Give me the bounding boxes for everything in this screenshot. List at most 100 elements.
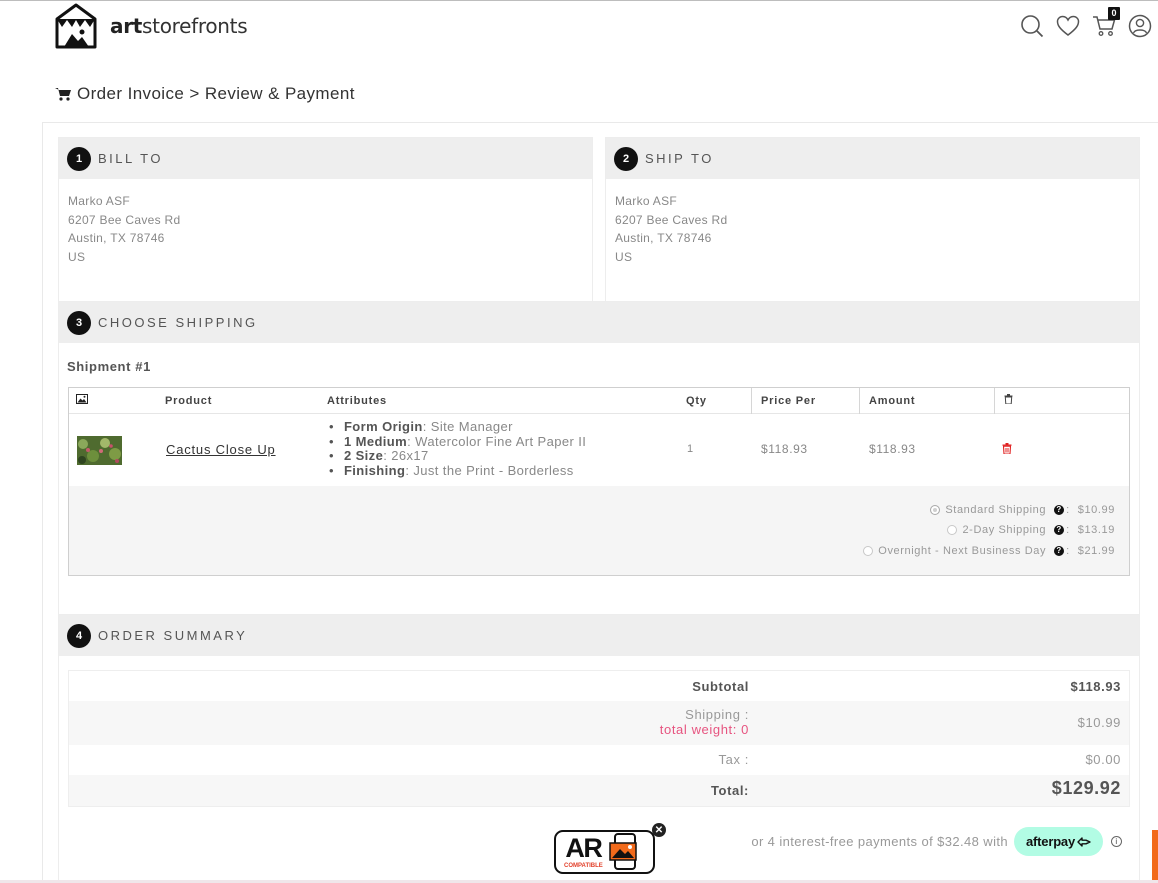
header-actions: 0 [1020,7,1152,39]
table-row: Cactus Close Up Form Origin: Site Manage… [69,414,1129,486]
column-divider [751,388,752,414]
total-row: Total: $129.92 [69,775,1129,806]
qty-value: 1 [687,443,694,455]
shipping-panel: 3 CHOOSE SHIPPING Shipment #1 Product At… [58,301,1140,615]
afterpay-message: or 4 interest-free payments of $32.48 wi… [751,827,1122,856]
address-line: Marko ASF [68,194,131,208]
attribute-item: 1 Medium: Watercolor Fine Art Paper II [329,434,586,450]
attributes-list: Form Origin: Site Manager 1 Medium: Wate… [329,419,586,479]
site-header: artstorefronts 0 [0,1,1158,59]
brand-logo[interactable]: artstorefronts [52,3,248,49]
bill-to-panel: 1 BILL TO Marko ASF 6207 Bee Caves Rd Au… [58,137,593,302]
delete-item-icon[interactable] [1002,443,1012,457]
option-label: 2-Day Shipping [962,524,1047,536]
afterpay-text: or 4 interest-free payments of $32.48 wi… [751,834,1009,849]
total-label: Total: [710,783,749,798]
column-header-product: Product [165,395,213,407]
column-header-attributes: Attributes [327,395,387,407]
trash-header-icon [1004,388,1013,414]
ar-badge-text: AR COMPATIBLE [564,833,603,870]
order-summary-header: 4 ORDER SUMMARY [59,615,1139,656]
step-number: 2 [614,146,638,171]
subtotal-value: $118.93 [1070,679,1121,694]
search-icon[interactable] [1020,13,1044,39]
shipping-option-standard[interactable]: Standard Shipping ? : $10.99 [930,503,1115,517]
column-header-price: Price Per [761,395,816,407]
help-icon[interactable]: ? [1054,505,1065,515]
address-line: 6207 Bee Caves Rd [68,212,181,227]
bill-to-address: Marko ASF 6207 Bee Caves Rd Austin, TX 7… [59,179,592,266]
address-line: US [68,249,86,264]
column-divider [859,388,860,414]
heart-icon[interactable] [1056,13,1080,39]
option-price: $21.99 [1077,545,1115,557]
afterpay-logo[interactable]: afterpay [1014,827,1103,856]
option-label: Overnight - Next Business Day [878,545,1047,557]
table-header-row: Product Attributes Qty Price Per Amount [69,388,1129,414]
option-price: $10.99 [1077,504,1115,516]
image-column-icon [76,388,88,414]
total-weight-label: total weight: 0 [659,722,749,737]
panel-title: ORDER SUMMARY [98,628,248,643]
shipping-value: $10.99 [1077,715,1121,730]
product-thumbnail[interactable] [77,436,122,465]
subtotal-row: Subtotal $118.93 [69,671,1129,701]
amount-value: $118.93 [869,442,916,456]
subtotal-label: Subtotal [692,679,749,694]
storefront-logo-icon [55,3,97,49]
address-line: US [615,249,633,264]
column-divider [994,388,995,414]
attribute-item: Finishing: Just the Print - Borderless [329,463,586,479]
radio-overnight[interactable] [863,546,874,556]
option-colon: : [1066,504,1070,516]
phone-image-icon [609,833,637,870]
tax-value: $0.00 [1085,752,1121,767]
radio-standard[interactable] [930,505,941,515]
attribute-item: Form Origin: Site Manager [329,419,586,435]
shipping-header: 3 CHOOSE SHIPPING [59,302,1139,343]
ar-sub-label: COMPATIBLE [564,863,603,869]
column-header-amount: Amount [869,395,916,407]
info-icon[interactable]: i [1111,836,1122,847]
shipping-option-2day[interactable]: 2-Day Shipping ? : $13.19 [947,523,1115,537]
address-line: 6207 Bee Caves Rd [615,212,728,227]
shipment-label: Shipment #1 [67,359,151,374]
ar-label: AR [565,833,603,863]
ship-to-header: 2 SHIP TO [606,138,1139,179]
step-number: 4 [67,623,91,648]
breadcrumb-text: Order Invoice > Review & Payment [77,84,355,103]
option-price: $13.19 [1077,524,1115,536]
breadcrumb: Order Invoice > Review & Payment [55,84,355,104]
attribute-item: 2 Size: 26x17 [329,449,586,464]
address-line: Austin, TX 78746 [68,231,165,245]
shipping-option-overnight[interactable]: Overnight - Next Business Day ? : $21.99 [863,544,1115,558]
side-feedback-tab[interactable] [1152,830,1158,883]
shipping-options: Standard Shipping ? : $10.99 2-Day Shipp… [69,486,1129,575]
option-colon: : [1066,524,1070,536]
tax-row: Tax : $0.00 [69,745,1129,775]
total-value: $129.92 [1051,778,1121,798]
option-label: Standard Shipping [945,504,1047,516]
close-icon[interactable]: ✕ [652,823,666,837]
brand-name: artstorefronts [110,14,248,38]
cart-icon[interactable]: 0 [1092,7,1120,39]
price-value: $118.93 [761,442,808,456]
radio-2day[interactable] [947,525,958,535]
ship-to-panel: 2 SHIP TO Marko ASF 6207 Bee Caves Rd Au… [605,137,1140,302]
summary-table: Subtotal $118.93 Shipping : total weight… [68,670,1130,807]
column-header-qty: Qty [686,395,707,407]
help-icon[interactable]: ? [1054,525,1065,535]
cart-count-badge: 0 [1108,7,1120,20]
address-line: Marko ASF [615,194,678,208]
address-line: Austin, TX 78746 [615,231,712,245]
help-icon[interactable]: ? [1054,546,1065,556]
panel-title: SHIP TO [645,151,714,166]
product-link[interactable]: Cactus Close Up [166,442,276,457]
shipment-table: Product Attributes Qty Price Per Amount [68,387,1130,576]
ship-to-address: Marko ASF 6207 Bee Caves Rd Austin, TX 7… [606,179,1139,266]
shipping-label: Shipping : [685,707,749,722]
step-number: 3 [67,310,91,335]
ar-compatible-badge[interactable]: AR COMPATIBLE [554,830,655,874]
panel-title: BILL TO [98,151,163,166]
account-icon[interactable] [1128,13,1152,39]
